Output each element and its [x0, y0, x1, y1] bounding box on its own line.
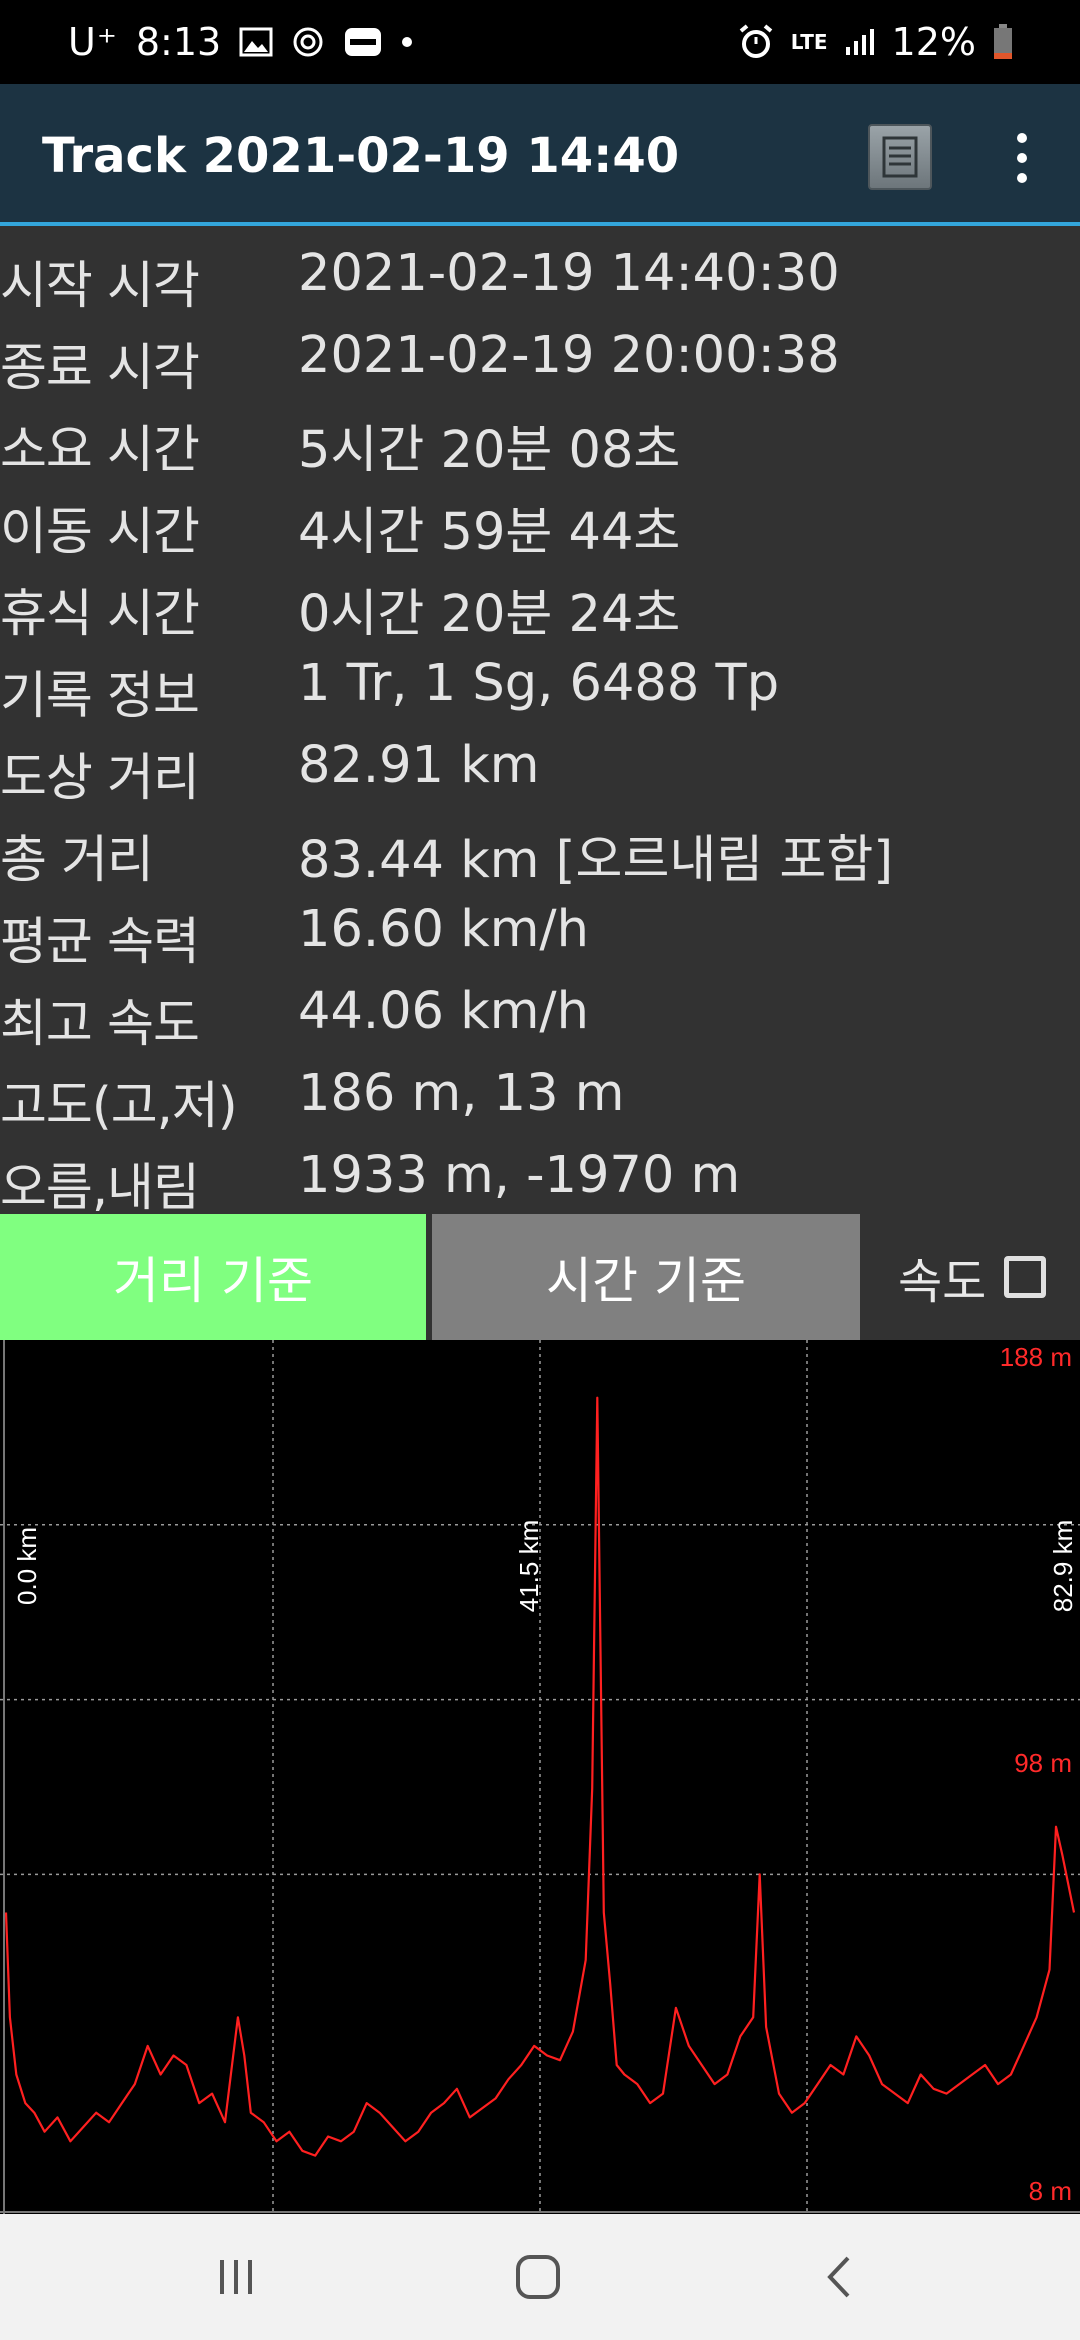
info-row: 시작 시각 2021-02-19 14:40:30	[0, 244, 1080, 326]
info-label: 도상 거리	[0, 749, 200, 808]
info-label: 종료 시각	[0, 339, 200, 398]
y-tick-label: 188 m	[1000, 1342, 1072, 1372]
list-icon	[882, 136, 918, 178]
info-label: 기록 정보	[0, 667, 200, 726]
info-row: 총 거리 83.44 km [오르내림 포함]	[0, 818, 1080, 900]
info-label: 시작 시각	[0, 257, 200, 316]
info-row: 고도(고,저) 186 m, 13 m	[0, 1064, 1080, 1146]
time-basis-button[interactable]: 시간 기준	[432, 1214, 860, 1340]
y-tick-label: 8 m	[1029, 2176, 1072, 2206]
alarm-icon	[739, 24, 773, 58]
info-label: 소요 시간	[0, 421, 200, 480]
track-info-list: 시작 시각 2021-02-19 14:40:30 종료 시각 2021-02-19 …	[0, 244, 1080, 1228]
info-value: 16.60 km/h	[298, 900, 589, 959]
info-label: 총 거리	[0, 831, 154, 890]
status-bar: U⁺ 8:13 LTE 12%	[0, 0, 1080, 84]
more-options-icon[interactable]	[1000, 130, 1044, 186]
elevation-chart-svg: 188 m 98 m 8 m 0.0 km 41.5 km 82.9 km	[0, 1340, 1080, 2214]
x-tick-label: 41.5 km	[514, 1520, 544, 1613]
info-row: 소요 시간 5시간 20분 08초	[0, 408, 1080, 490]
info-row: 휴식 시간 0시간 20분 24초	[0, 572, 1080, 654]
app-bar: Track 2021-02-19 14:40	[0, 84, 1080, 226]
info-row: 최고 속도 44.06 km/h	[0, 982, 1080, 1064]
info-label: 최고 속도	[0, 995, 200, 1054]
info-value: 1933 m, -1970 m	[298, 1146, 741, 1205]
info-value: 82.91 km	[298, 736, 540, 795]
info-value: 5시간 20분 08초	[298, 421, 681, 480]
info-row: 종료 시각 2021-02-19 20:00:38	[0, 326, 1080, 408]
info-label: 고도(고,저)	[0, 1077, 238, 1136]
more-notifications-dot-icon	[402, 37, 413, 47]
x-tick-label: 82.9 km	[1048, 1520, 1078, 1613]
gallery-icon	[239, 27, 273, 57]
y-tick-label: 98 m	[1014, 1748, 1072, 1778]
track-list-button[interactable]	[868, 124, 932, 190]
info-value: 83.44 km [오르내림 포함]	[298, 831, 894, 890]
battery-percent: 12%	[891, 20, 976, 64]
speed-checkbox[interactable]	[1004, 1256, 1047, 1298]
distance-basis-button[interactable]: 거리 기준	[0, 1214, 426, 1340]
info-value: 2021-02-19 20:00:38	[298, 326, 840, 385]
info-row: 평균 속력 16.60 km/h	[0, 900, 1080, 982]
network-type-label: LTE	[790, 30, 828, 54]
speed-toggle[interactable]: 속도	[898, 1214, 1047, 1340]
back-icon[interactable]	[800, 2240, 880, 2314]
info-value: 2021-02-19 14:40:30	[298, 244, 840, 303]
x-tick-label: 0.0 km	[12, 1527, 42, 1605]
info-label: 이동 시간	[0, 503, 200, 562]
home-icon[interactable]	[498, 2240, 578, 2314]
info-label: 평균 속력	[0, 913, 200, 972]
info-row: 기록 정보 1 Tr, 1 Sg, 6488 Tp	[0, 654, 1080, 736]
sync-icon	[293, 27, 323, 57]
info-value: 1 Tr, 1 Sg, 6488 Tp	[298, 654, 780, 713]
battery-icon	[994, 24, 1012, 59]
signal-icon	[845, 29, 874, 55]
info-value: 186 m, 13 m	[298, 1064, 625, 1123]
app-notification-icon	[345, 28, 382, 56]
chart-mode-toggle: 거리 기준 시간 기준 속도	[0, 1214, 1080, 1340]
navigation-bar	[0, 2214, 1080, 2340]
info-label: 오름,내림	[0, 1159, 200, 1218]
info-row: 이동 시간 4시간 59분 44초	[0, 490, 1080, 572]
speed-label: 속도	[898, 1254, 987, 1310]
recent-apps-icon[interactable]	[196, 2240, 276, 2314]
info-value: 44.06 km/h	[298, 982, 589, 1041]
page-title: Track 2021-02-19 14:40	[42, 128, 680, 184]
carrier-label: U⁺	[68, 20, 118, 64]
elevation-chart: 188 m 98 m 8 m 0.0 km 41.5 km 82.9 km	[0, 1340, 1080, 2214]
info-row: 도상 거리 82.91 km	[0, 736, 1080, 818]
status-time: 8:13	[135, 20, 222, 64]
info-value: 4시간 59분 44초	[298, 503, 681, 562]
info-value: 0시간 20분 24초	[298, 585, 681, 644]
info-label: 휴식 시간	[0, 585, 200, 644]
